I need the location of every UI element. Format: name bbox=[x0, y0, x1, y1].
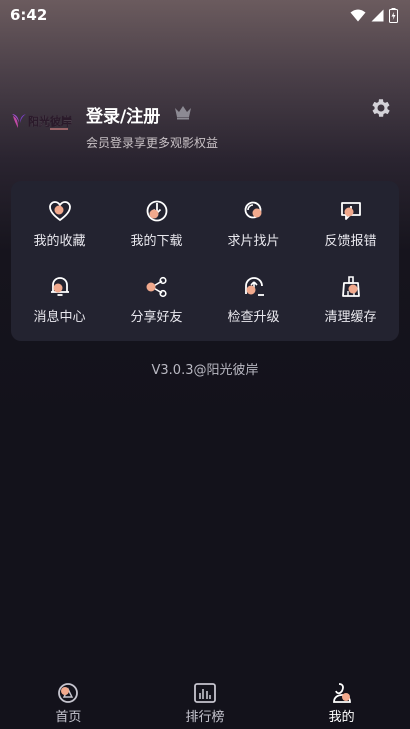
bottom-nav: 首页 排行榜 我的 bbox=[0, 676, 410, 729]
heart-icon bbox=[48, 200, 71, 221]
nav-item-profile[interactable]: 我的 bbox=[287, 676, 397, 725]
status-bar: 6:42 bbox=[0, 0, 410, 30]
menu-item-label: 检查升级 bbox=[227, 309, 280, 325]
share-icon bbox=[146, 276, 167, 297]
menu-item-clear-cache[interactable]: 清理缓存 bbox=[302, 261, 399, 337]
menu-item-label: 我的下载 bbox=[130, 233, 183, 249]
menu-item-upgrade[interactable]: 检查升级 bbox=[205, 261, 302, 337]
menu-item-label: 分享好友 bbox=[130, 309, 183, 325]
nav-label: 我的 bbox=[328, 710, 355, 725]
nav-item-home[interactable]: 首页 bbox=[13, 676, 123, 725]
battery-icon bbox=[389, 7, 398, 23]
menu-item-downloads[interactable]: 我的下载 bbox=[108, 185, 205, 261]
signal-icon bbox=[371, 9, 384, 21]
status-icons bbox=[350, 7, 398, 23]
feedback-icon bbox=[340, 201, 361, 220]
menu-item-feedback[interactable]: 反馈报错 bbox=[302, 185, 399, 261]
status-time: 6:42 bbox=[10, 6, 48, 24]
wifi-icon bbox=[350, 9, 366, 21]
menu-item-request-film[interactable]: 求片找片 bbox=[205, 185, 302, 261]
gear-icon[interactable] bbox=[369, 96, 393, 120]
logo-text: 阳光彼岸 bbox=[28, 114, 72, 128]
menu-item-share[interactable]: 分享好友 bbox=[108, 261, 205, 337]
profile-icon bbox=[332, 683, 351, 703]
bell-icon bbox=[50, 276, 69, 296]
upgrade-icon bbox=[244, 276, 264, 296]
menu-item-label: 求片找片 bbox=[227, 233, 280, 249]
menu-item-label: 我的收藏 bbox=[33, 233, 86, 249]
menu-grid: 我的收藏 我的下载 求片找片 反馈报错 消息中心 分享好友 检查升级 清理缓存 bbox=[11, 181, 399, 341]
login-subtitle: 会员登录享更多观影权益 bbox=[86, 136, 219, 150]
login-register-link[interactable]: 登录/注册 bbox=[86, 102, 160, 127]
download-icon bbox=[146, 200, 167, 221]
home-icon bbox=[58, 683, 79, 703]
menu-item-label: 反馈报错 bbox=[324, 233, 377, 249]
menu-item-favorites[interactable]: 我的收藏 bbox=[11, 185, 108, 261]
butterfly-logo[interactable]: 阳光彼岸 bbox=[10, 110, 80, 136]
search-film-icon bbox=[244, 201, 261, 218]
nav-item-ranking[interactable]: 排行榜 bbox=[150, 676, 260, 725]
broom-icon bbox=[341, 275, 360, 297]
menu-item-messages[interactable]: 消息中心 bbox=[11, 261, 108, 337]
menu-item-label: 消息中心 bbox=[33, 309, 86, 325]
profile-header: 阳光彼岸 登录/注册 会员登录享更多观影权益 bbox=[10, 96, 400, 156]
nav-label: 首页 bbox=[55, 710, 82, 725]
ranking-icon bbox=[194, 683, 216, 703]
menu-item-label: 清理缓存 bbox=[324, 309, 377, 325]
version-label: V3.0.3@阳光彼岸 bbox=[151, 363, 259, 378]
nav-label: 排行榜 bbox=[185, 710, 225, 725]
crown-icon bbox=[175, 106, 191, 120]
